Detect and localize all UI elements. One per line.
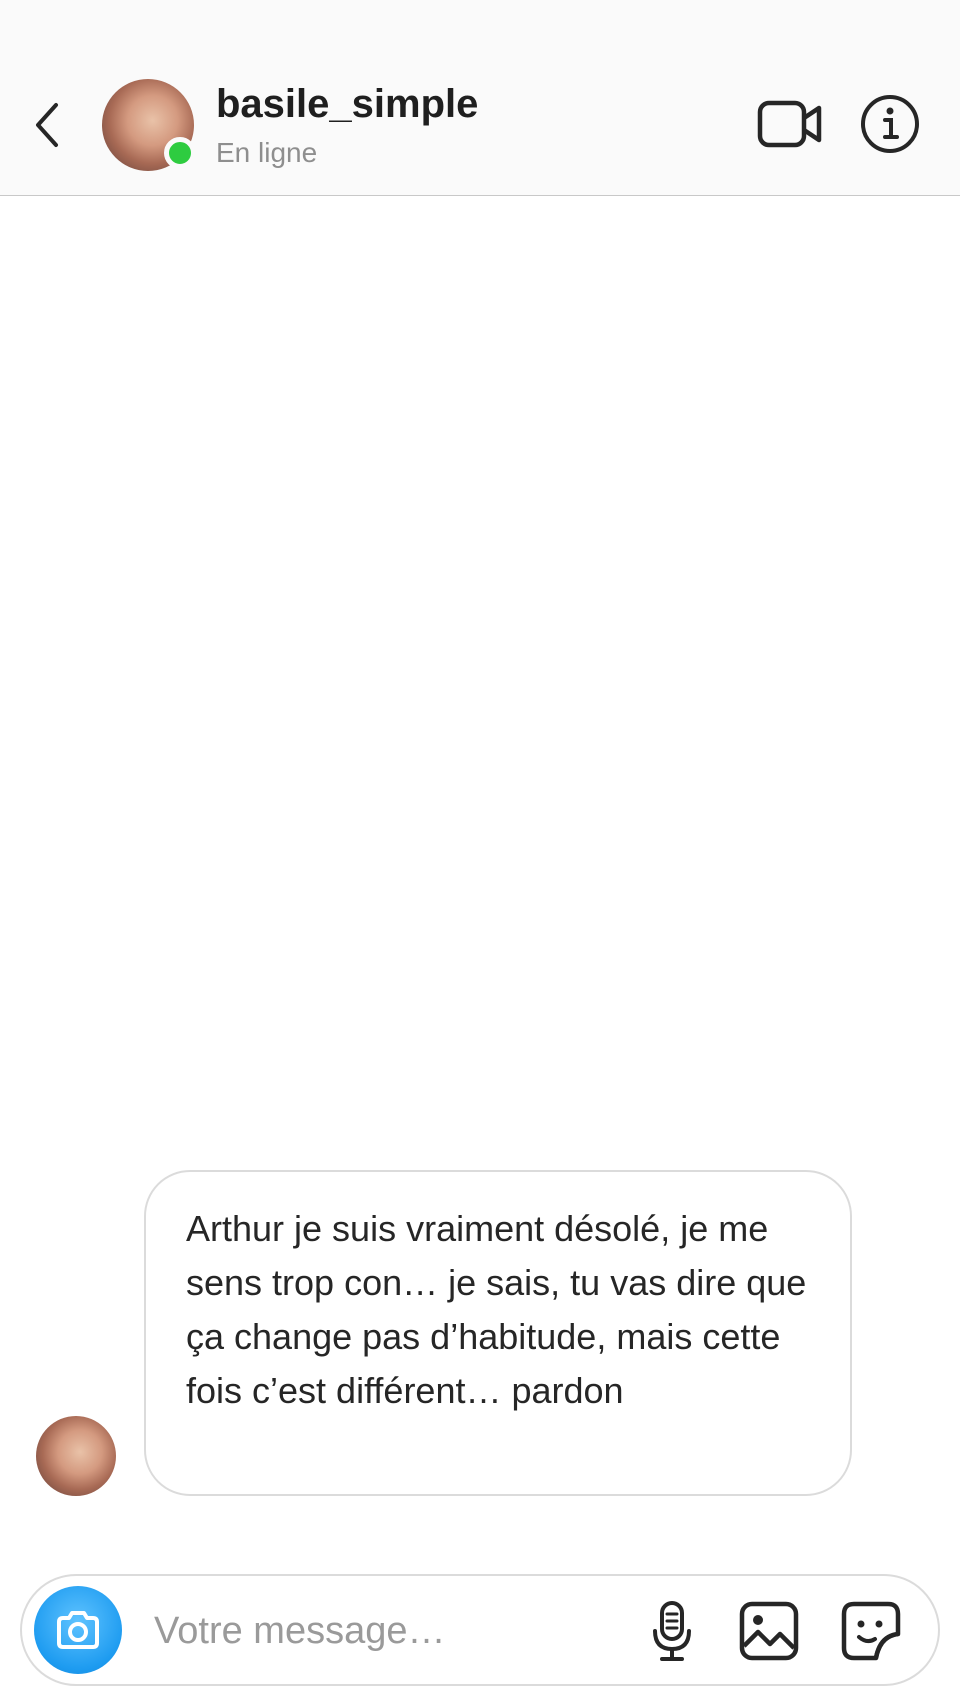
camera-button[interactable] xyxy=(34,1586,122,1674)
camera-icon xyxy=(57,1611,99,1649)
info-button[interactable] xyxy=(858,92,922,156)
video-camera-icon xyxy=(757,100,822,148)
message-input[interactable] xyxy=(154,1604,624,1658)
microphone-button[interactable] xyxy=(642,1598,702,1666)
contact-username[interactable]: basile_simple xyxy=(216,82,478,127)
message-row: Arthur je suis vraiment désolé, je me se… xyxy=(0,1170,960,1500)
chat-header: basile_simple En ligne xyxy=(0,0,960,196)
chevron-left-icon xyxy=(36,103,58,147)
online-indicator xyxy=(164,137,196,169)
microphone-icon xyxy=(653,1601,691,1661)
gallery-button[interactable] xyxy=(736,1598,802,1664)
sticker-button[interactable] xyxy=(838,1598,904,1664)
sender-avatar[interactable] xyxy=(36,1416,116,1496)
contact-status: En ligne xyxy=(216,137,318,168)
message-bubble[interactable]: Arthur je suis vraiment désolé, je me se… xyxy=(144,1170,852,1496)
message-composer xyxy=(20,1574,940,1686)
sticker-icon xyxy=(841,1601,901,1661)
info-icon xyxy=(861,95,919,153)
contact-avatar[interactable] xyxy=(102,79,196,171)
video-call-button[interactable] xyxy=(756,94,824,154)
back-button[interactable] xyxy=(22,95,72,155)
message-text: Arthur je suis vraiment désolé, je me se… xyxy=(186,1208,807,1411)
image-gallery-icon xyxy=(739,1601,799,1661)
